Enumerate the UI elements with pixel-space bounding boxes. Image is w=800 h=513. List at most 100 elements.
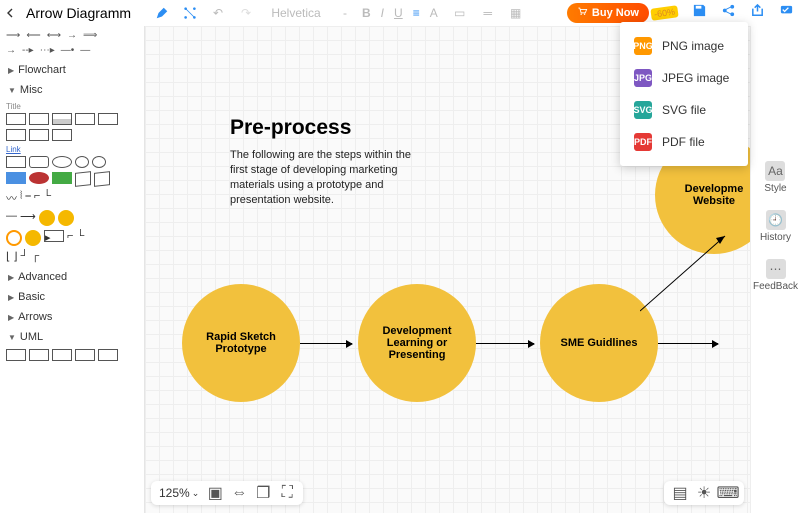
- export-png[interactable]: PNG PNG image: [620, 30, 748, 62]
- pen-icon[interactable]: [154, 5, 170, 21]
- redo-icon[interactable]: ↷: [238, 5, 254, 21]
- brightness-icon[interactable]: ☀: [696, 485, 712, 501]
- shape-step[interactable]: └: [43, 190, 51, 206]
- style-panel-button[interactable]: Aa Style: [764, 161, 786, 194]
- shape-uml-class[interactable]: [6, 349, 26, 361]
- shape-grid[interactable]: [52, 129, 72, 141]
- shape-corner[interactable]: └: [76, 230, 84, 246]
- arrow-preset[interactable]: —•: [61, 45, 75, 56]
- arrow-preset[interactable]: →: [6, 45, 16, 56]
- export-jpeg[interactable]: JPG JPEG image: [620, 62, 748, 94]
- shape-zigzag[interactable]: 〰: [6, 190, 17, 206]
- shape-rect[interactable]: [6, 156, 26, 168]
- italic-button[interactable]: I: [381, 6, 384, 20]
- gear-icon[interactable]: [6, 230, 22, 246]
- node-development-learning[interactable]: Development Learning or Presenting: [358, 284, 476, 402]
- arrow-preset[interactable]: ⟶: [6, 30, 20, 41]
- fit-width-icon[interactable]: ⇔: [231, 485, 247, 501]
- history-panel-button[interactable]: 🕘 History: [760, 210, 791, 243]
- shape-line[interactable]: ⎯: [25, 190, 31, 206]
- shape-grid[interactable]: [29, 129, 49, 141]
- feedback-panel-button[interactable]: ⋯ FeedBack: [753, 259, 798, 292]
- shape-corner[interactable]: ┌: [31, 250, 39, 263]
- border-style-icon[interactable]: ═: [480, 5, 496, 21]
- shape-uml-class[interactable]: [29, 349, 49, 361]
- shape-step[interactable]: ⌐: [34, 190, 40, 206]
- back-button[interactable]: [6, 6, 20, 20]
- arrow-preset[interactable]: ⋯▸: [40, 45, 55, 56]
- connector-arrow[interactable]: [658, 343, 718, 344]
- shape-grid[interactable]: [6, 129, 26, 141]
- zoom-select[interactable]: 125%⌄: [159, 486, 199, 500]
- export-svg[interactable]: SVG SVG file: [620, 94, 748, 126]
- shape-table[interactable]: [52, 113, 72, 125]
- bold-button[interactable]: B: [362, 6, 371, 20]
- document-title[interactable]: Arrow Diagramm: [26, 5, 136, 21]
- arrow-preset[interactable]: ⟷: [47, 30, 61, 41]
- category-arrows[interactable]: ▶Arrows: [6, 307, 138, 327]
- category-advanced[interactable]: ▶Advanced: [6, 267, 138, 287]
- save-icon[interactable]: [692, 3, 707, 23]
- category-flowchart[interactable]: ▶Flowchart: [6, 60, 138, 80]
- table-icon[interactable]: ▦: [508, 5, 524, 21]
- shape-uml-class[interactable]: [98, 349, 118, 361]
- minimap-icon[interactable]: ▤: [672, 485, 688, 501]
- fill-color-icon[interactable]: ▭: [452, 5, 468, 21]
- arrow-preset[interactable]: →: [67, 30, 77, 41]
- shape-cylinder[interactable]: [94, 171, 110, 187]
- undo-icon[interactable]: ↶: [210, 5, 226, 21]
- shape-rect[interactable]: [29, 113, 49, 125]
- gear-icon[interactable]: [39, 210, 55, 226]
- shape-zigzag[interactable]: ⦚: [20, 190, 22, 206]
- diagram-description[interactable]: The following are the steps within the f…: [230, 148, 420, 207]
- arrow-preset[interactable]: ⟵: [26, 30, 40, 41]
- share-icon[interactable]: [721, 3, 736, 23]
- connector-arrow[interactable]: [300, 343, 352, 344]
- arrow-preset[interactable]: --▸: [22, 45, 34, 56]
- text-color-icon[interactable]: A: [430, 6, 438, 20]
- node-rapid-sketch[interactable]: Rapid Sketch Prototype: [182, 284, 300, 402]
- shape-rounded[interactable]: [29, 156, 49, 168]
- shape-circle[interactable]: [75, 156, 89, 168]
- shape-corner[interactable]: ┘: [21, 250, 29, 263]
- connector-arrow-diagonal[interactable]: [640, 226, 740, 316]
- export-pdf[interactable]: PDF PDF file: [620, 126, 748, 158]
- connector-arrow[interactable]: [476, 343, 534, 344]
- category-basic[interactable]: ▶Basic: [6, 287, 138, 307]
- arrow-preset[interactable]: —: [80, 45, 90, 56]
- shape-rect[interactable]: [6, 113, 26, 125]
- gear-icon[interactable]: [58, 210, 74, 226]
- shape-uml-class[interactable]: [52, 349, 72, 361]
- underline-button[interactable]: U: [394, 6, 403, 20]
- shape-corner[interactable]: ⌐: [67, 230, 73, 246]
- shape-play[interactable]: ▸: [44, 230, 64, 242]
- export-icon[interactable]: [750, 3, 765, 23]
- shape-ellipse[interactable]: [52, 156, 72, 168]
- fullscreen-icon[interactable]: ⛶: [279, 485, 295, 501]
- shape-bracket[interactable]: ⌋: [13, 250, 17, 263]
- shape-uml-class[interactable]: [75, 349, 95, 361]
- shape-filled-rect[interactable]: [6, 172, 26, 184]
- snap-icon[interactable]: [182, 5, 198, 21]
- font-family-select[interactable]: Helvetica: [266, 5, 326, 21]
- fit-page-icon[interactable]: ▣: [207, 485, 223, 501]
- shape-circle[interactable]: [92, 156, 106, 168]
- shape-rect[interactable]: [98, 113, 118, 125]
- diagram-heading[interactable]: Pre-process: [230, 116, 351, 140]
- shape-bracket[interactable]: ⌊: [6, 250, 10, 263]
- layers-icon[interactable]: ❐: [255, 485, 271, 501]
- align-icon[interactable]: ≡: [413, 6, 420, 20]
- shape-filled-ellipse[interactable]: [29, 172, 49, 184]
- category-misc[interactable]: ▼Misc: [6, 80, 138, 100]
- shape-arrow[interactable]: ⟶: [20, 210, 36, 226]
- shape-filled-rhombus[interactable]: [52, 172, 72, 184]
- presentation-icon[interactable]: [779, 3, 794, 23]
- shape-cube[interactable]: [75, 171, 91, 187]
- arrow-preset[interactable]: ⟹: [83, 30, 97, 41]
- font-size-select[interactable]: -: [338, 5, 352, 21]
- buy-now-button[interactable]: Buy Now: [567, 3, 649, 23]
- shape-rect[interactable]: [75, 113, 95, 125]
- keyboard-icon[interactable]: ⌨: [720, 485, 736, 501]
- gear-icon[interactable]: [25, 230, 41, 246]
- category-uml[interactable]: ▼UML: [6, 327, 138, 347]
